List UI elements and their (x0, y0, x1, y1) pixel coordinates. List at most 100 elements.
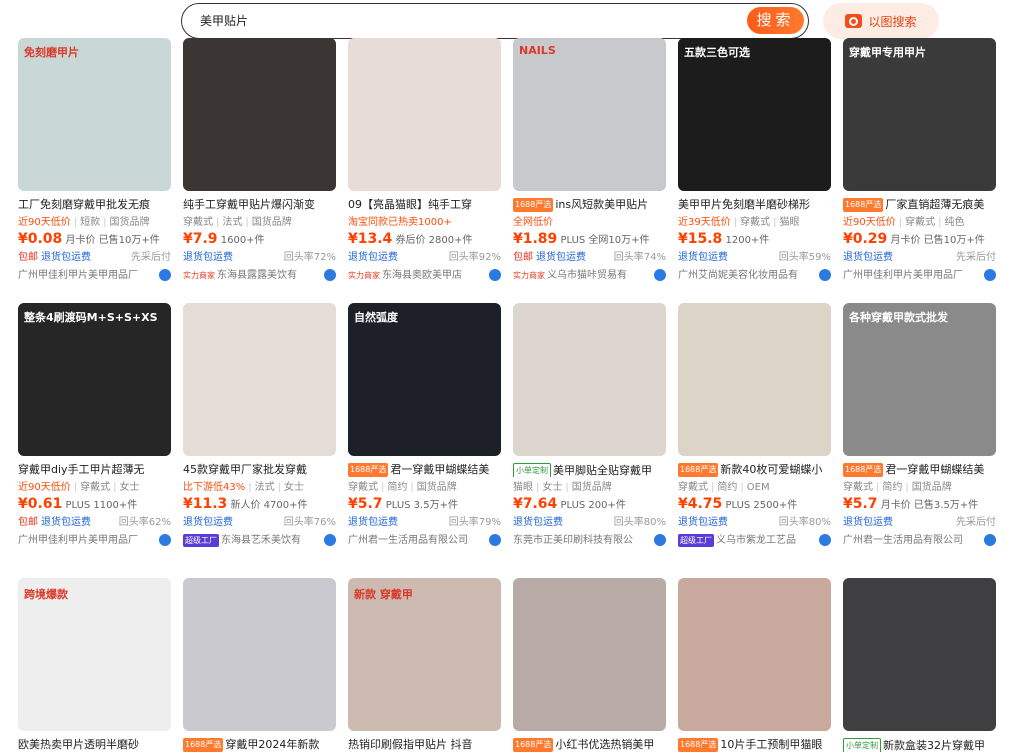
product-price: ¥15.8 (678, 232, 723, 247)
product-image[interactable] (183, 578, 336, 731)
product-card[interactable]: 免刻磨甲片 工厂免刻磨穿戴甲批发无痕 近90天低价 | 短款 | 国货品牌 ¥0.08 月卡价… (18, 38, 171, 282)
product-title[interactable]: 热销印刷假指甲贴片 抖音 (348, 738, 501, 752)
product-price: ¥0.08 (18, 232, 63, 247)
product-title[interactable]: 美甲甲片免刻磨半磨砂梯形 (678, 198, 831, 212)
product-image[interactable]: 新款 穿戴甲 (348, 578, 501, 731)
product-card[interactable]: 1688严选 穿戴甲2024年新款 (183, 578, 336, 752)
product-image[interactable]: NAILS (513, 38, 666, 191)
product-image[interactable]: 各种穿戴甲款式批发 (843, 303, 996, 456)
product-card[interactable]: 09【亮晶猫眼】纯手工穿 淘宝同款已热卖1000+ ¥13.4 券后价 2800+件… (348, 38, 501, 282)
chat-icon[interactable] (159, 269, 171, 281)
product-price-row: ¥13.4 券后价 2800+件 (348, 232, 473, 247)
image-search-button[interactable]: 以图搜索 (823, 3, 939, 39)
product-image[interactable] (513, 578, 666, 731)
product-service-row: 包邮 退货包运费 回头率62% (18, 517, 171, 528)
product-title[interactable]: 1688严选 厂家直销超薄无痕美 (843, 198, 996, 212)
product-shop[interactable]: 广州君一生活用品有限公司 (348, 534, 501, 547)
product-card[interactable]: 小单定制 美甲脚贴全贴穿戴甲 猫眼 | 女士 | 国货品牌 ¥7.64 PLUS 200+件退… (513, 303, 666, 547)
product-attrs: 比下游低43% | 法式 | 女士 (183, 482, 304, 493)
product-title[interactable]: 09【亮晶猫眼】纯手工穿 (348, 198, 501, 212)
product-image[interactable] (183, 303, 336, 456)
product-image-caption: NAILS (519, 44, 556, 57)
product-image-caption: 自然弧度 (354, 311, 398, 324)
chat-icon[interactable] (654, 534, 666, 546)
chat-icon[interactable] (324, 269, 336, 281)
product-attrs: 穿戴式 | 简约 | 国货品牌 (843, 482, 952, 493)
product-shop[interactable]: 广州艾尚妮美容化妆用品有 (678, 269, 831, 282)
product-title[interactable]: 1688严选 10片手工预制甲猫眼 (678, 738, 831, 752)
product-card[interactable]: 纯手工穿戴甲贴片爆闪渐变 穿戴式 | 法式 | 国货品牌 ¥7.9 1600+件 退货包运费回… (183, 38, 336, 282)
product-title[interactable]: 1688严选 新款40枚可爱蝴蝶小 (678, 463, 831, 477)
product-card[interactable]: NAILS 1688严选 ins风短款美甲贴片 全网低价 ¥1.89 PLUS 全网10… (513, 38, 666, 282)
product-card[interactable]: 跨境爆款欧美热卖甲片透明半磨砂 (18, 578, 171, 752)
product-title[interactable]: 工厂免刻磨穿戴甲批发无痕 (18, 198, 171, 212)
product-shop[interactable]: 广州君一生活用品有限公司 (843, 534, 996, 547)
chat-icon[interactable] (984, 269, 996, 281)
search-input[interactable] (200, 4, 720, 37)
product-shop[interactable]: 超级工厂 东海县艺禾美饮有 (183, 534, 336, 547)
chat-icon[interactable] (159, 534, 171, 546)
product-card[interactable]: 1688严选 小红书优选热销美甲 (513, 578, 666, 752)
product-image[interactable] (678, 303, 831, 456)
chat-icon[interactable] (489, 534, 501, 546)
chat-icon[interactable] (819, 269, 831, 281)
chat-icon[interactable] (819, 534, 831, 546)
product-image[interactable] (513, 303, 666, 456)
product-title[interactable]: 欧美热卖甲片透明半磨砂 (18, 738, 171, 752)
product-title[interactable]: 45款穿戴甲厂家批发穿戴 (183, 463, 336, 477)
product-card[interactable]: 小单定制 新款盒装32片穿戴甲 (843, 578, 996, 752)
product-card[interactable]: 各种穿戴甲款式批发 1688严选 君一穿戴甲蝴蝶结美 穿戴式 | 简约 | 国货品牌 ¥5.7 … (843, 303, 996, 547)
product-image[interactable]: 免刻磨甲片 (18, 38, 171, 191)
product-image[interactable] (843, 578, 996, 731)
product-title[interactable]: 穿戴甲diy手工甲片超薄无 (18, 463, 171, 477)
product-shop[interactable]: 东莞市正美印刷科技有限公 (513, 534, 666, 547)
product-card[interactable]: 45款穿戴甲厂家批发穿戴 比下游低43% | 法式 | 女士 ¥11.3 新人价 4700+… (183, 303, 336, 547)
product-title[interactable]: 1688严选 穿戴甲2024年新款 (183, 738, 336, 752)
product-shop[interactable]: 实力商家 东海县露露美饮有 (183, 269, 336, 282)
search-button[interactable]: 搜索 (747, 7, 804, 34)
product-image-caption: 穿戴甲专用甲片 (849, 46, 926, 59)
product-shop[interactable]: 广州甲佳利甲片美甲用品厂 (18, 534, 171, 547)
product-shop[interactable]: 广州甲佳利甲片美甲用品厂 (18, 269, 171, 282)
product-price: ¥5.7 (348, 497, 383, 512)
product-title[interactable]: 1688严选 ins风短款美甲贴片 (513, 198, 666, 212)
product-attrs: 穿戴式 | 简约 | 国货品牌 (348, 482, 457, 493)
product-shop[interactable]: 实力商家 义乌市猫咔贸易有 (513, 269, 666, 282)
product-attrs: 穿戴式 | 简约 | OEM (678, 482, 770, 493)
product-image[interactable]: 跨境爆款 (18, 578, 171, 731)
product-shop[interactable]: 超级工厂 义乌市紫龙工艺品 (678, 534, 831, 547)
product-title[interactable]: 1688严选 君一穿戴甲蝴蝶结美 (348, 463, 501, 477)
product-card[interactable]: 自然弧度 1688严选 君一穿戴甲蝴蝶结美 穿戴式 | 简约 | 国货品牌 ¥5.7 PLUS … (348, 303, 501, 547)
product-title[interactable]: 小单定制 新款盒装32片穿戴甲 (843, 738, 996, 752)
product-image[interactable] (678, 578, 831, 731)
product-card[interactable]: 整条4刷渡码M+S+S+XS 穿戴甲diy手工甲片超薄无 近90天低价 | 穿戴式 | 女士… (18, 303, 171, 547)
product-price: ¥1.89 (513, 232, 558, 247)
product-card[interactable]: 穿戴甲专用甲片 1688严选 厂家直销超薄无痕美 近90天低价 | 穿戴式 | 纯色 ¥0.29… (843, 38, 996, 282)
chat-icon[interactable] (489, 269, 501, 281)
product-shop[interactable]: 实力商家 东海县奥欧美甲店 (348, 269, 501, 282)
product-attrs: 全网低价 (513, 217, 553, 228)
product-title[interactable]: 1688严选 小红书优选热销美甲 (513, 738, 666, 752)
product-card[interactable]: 五款三色可选 美甲甲片免刻磨半磨砂梯形 近39天低价 | 穿戴式 | 猫眼 ¥15.8 120… (678, 38, 831, 282)
product-title[interactable]: 小单定制 美甲脚贴全贴穿戴甲 (513, 463, 666, 477)
product-title[interactable]: 纯手工穿戴甲贴片爆闪渐变 (183, 198, 336, 212)
product-title-text: 小红书优选热销美甲 (555, 738, 655, 751)
camera-icon (845, 14, 863, 28)
product-image[interactable]: 穿戴甲专用甲片 (843, 38, 996, 191)
product-price: ¥0.61 (18, 497, 63, 512)
chat-icon[interactable] (324, 534, 336, 546)
product-image[interactable]: 自然弧度 (348, 303, 501, 456)
product-card[interactable]: 新款 穿戴甲热销印刷假指甲贴片 抖音 (348, 578, 501, 752)
product-title[interactable]: 1688严选 君一穿戴甲蝴蝶结美 (843, 463, 996, 477)
product-price-row: ¥7.9 1600+件 (183, 232, 265, 247)
product-image[interactable]: 五款三色可选 (678, 38, 831, 191)
chat-icon[interactable] (654, 269, 666, 281)
product-image[interactable] (183, 38, 336, 191)
product-image[interactable] (348, 38, 501, 191)
product-price: ¥0.29 (843, 232, 888, 247)
product-shop[interactable]: 广州甲佳利甲片美甲用品厂 (843, 269, 996, 282)
chat-icon[interactable] (984, 534, 996, 546)
product-card[interactable]: 1688严选 10片手工预制甲猫眼 (678, 578, 831, 752)
product-image[interactable]: 整条4刷渡码M+S+S+XS (18, 303, 171, 456)
product-card[interactable]: 1688严选 新款40枚可爱蝴蝶小 穿戴式 | 简约 | OEM ¥4.75 PLUS 250… (678, 303, 831, 547)
